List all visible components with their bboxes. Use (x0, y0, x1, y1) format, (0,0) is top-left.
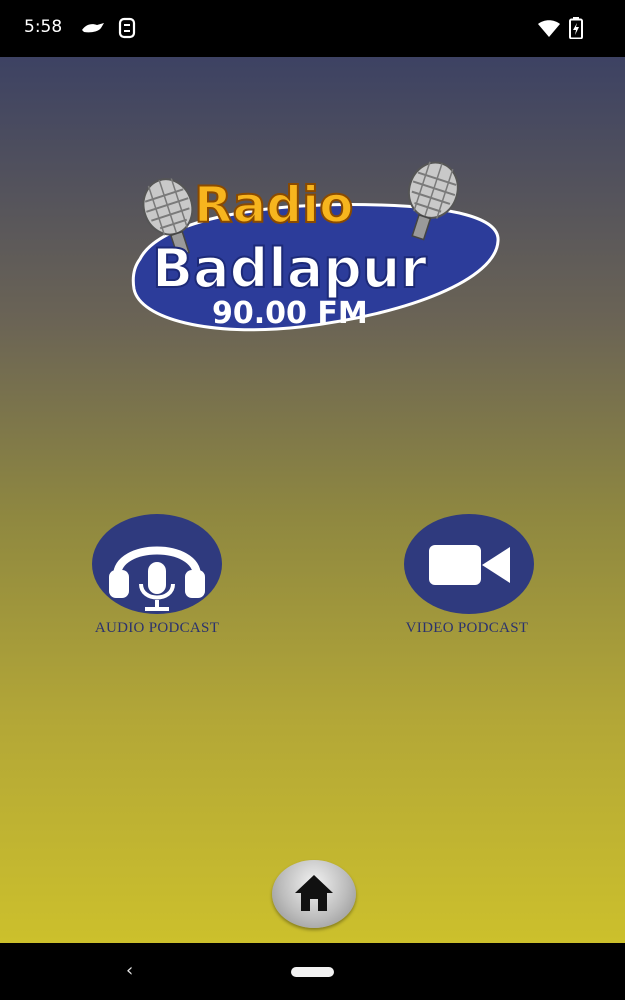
audio-podcast-button[interactable] (92, 514, 222, 614)
status-time: 5:58 (24, 17, 63, 37)
app-content: Radio Badlapur 90.00 FM AUDIO PODCAST VI… (0, 57, 625, 943)
logo-badlapur-text: Badlapur (152, 237, 427, 300)
headphones-mic-icon (109, 546, 205, 611)
audio-podcast-label[interactable]: AUDIO PODCAST (82, 620, 232, 637)
back-icon[interactable]: ‹ (126, 959, 146, 983)
navigation-bar: ‹ (0, 943, 625, 1000)
video-podcast-button[interactable] (404, 514, 534, 614)
home-gesture-pill[interactable] (291, 967, 334, 977)
logo-frequency-text: 90.00 FM (212, 296, 368, 331)
home-button[interactable] (272, 860, 356, 928)
notification-icon (80, 20, 106, 41)
wifi-icon (538, 20, 560, 43)
logo-radio-text: Radio (194, 176, 354, 234)
sync-icon (118, 17, 136, 44)
status-bar: 5:58 (0, 0, 625, 57)
battery-charging-icon (569, 17, 583, 44)
video-camera-icon (429, 545, 510, 585)
radio-badlapur-logo: Radio Badlapur 90.00 FM (120, 149, 510, 339)
home-icon (295, 875, 333, 911)
video-podcast-label[interactable]: VIDEO PODCAST (392, 620, 542, 637)
